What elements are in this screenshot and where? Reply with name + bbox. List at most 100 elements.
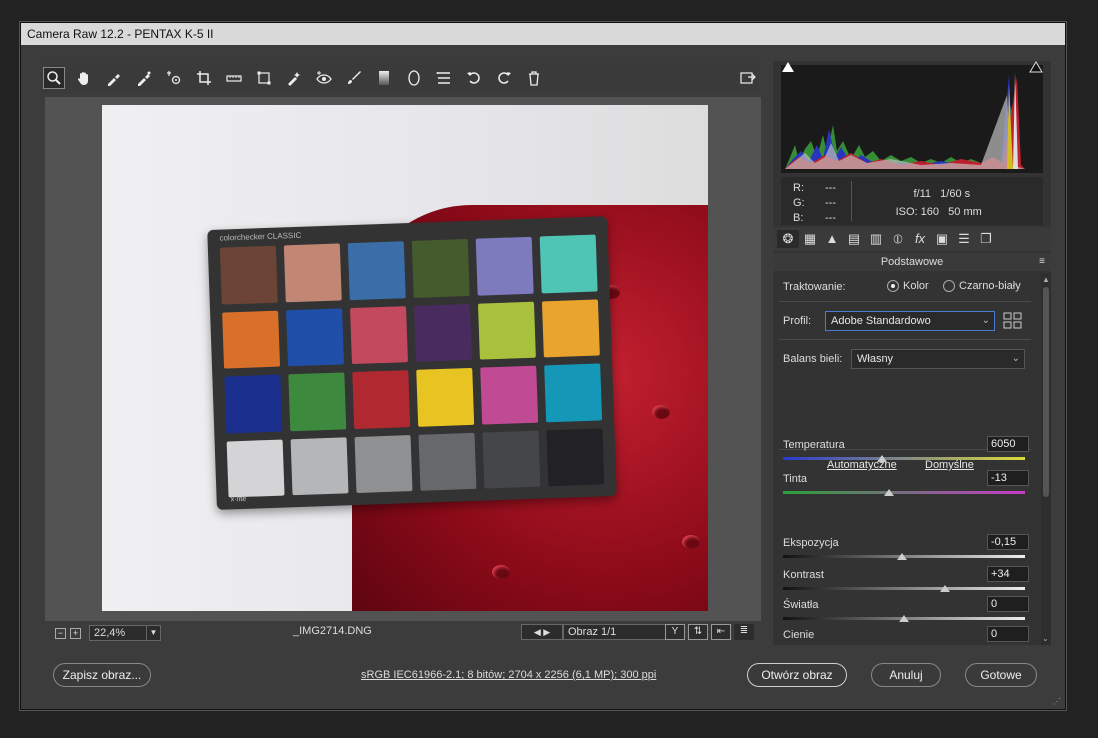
trash-icon[interactable] — [523, 67, 545, 89]
spot-removal-icon[interactable] — [283, 67, 305, 89]
contrast-value-field[interactable]: +34 — [987, 566, 1029, 582]
exposure-value-field[interactable]: -0,15 — [987, 534, 1029, 550]
tab-split-toning-icon[interactable]: ▥ — [865, 230, 887, 248]
checker-patch — [226, 439, 285, 498]
rotate-ccw-icon[interactable] — [463, 67, 485, 89]
highlights-slider-handle[interactable] — [899, 615, 909, 622]
checker-patch — [546, 427, 605, 487]
color-sampler-icon[interactable] — [133, 67, 155, 89]
right-panel: R: G: B: --- --- --- f/11 1/60 s ISO: 16… — [773, 61, 1051, 645]
panel-scrollbar[interactable]: ▲ ⌄ — [1041, 273, 1051, 645]
zoom-value: 22,4% — [94, 627, 126, 639]
image-count: Obraz 1/1 — [563, 624, 673, 640]
rotate-cw-icon[interactable] — [493, 67, 515, 89]
temperature-label: Temperatura — [783, 439, 845, 451]
g-value: --- — [825, 197, 836, 209]
wb-label: Balans bieli: — [783, 353, 843, 365]
graduated-filter-icon[interactable] — [373, 67, 395, 89]
settings-toggle-icon[interactable]: ≣ — [734, 624, 754, 640]
checker-patch — [219, 245, 278, 305]
contrast-slider-handle[interactable] — [940, 585, 951, 592]
white-balance-icon[interactable] — [103, 67, 125, 89]
treatment-color-radio[interactable]: Kolor — [887, 280, 929, 293]
checker-patch — [224, 374, 283, 434]
tab-detail-icon[interactable]: ▲ — [821, 230, 843, 248]
treatment-label: Traktowanie: — [783, 281, 846, 293]
scroll-up-icon[interactable]: ▲ — [1042, 275, 1050, 284]
tab-basic-icon[interactable]: ❂ — [777, 230, 799, 248]
zoom-in-button[interactable]: + — [70, 627, 81, 639]
temperature-value-field[interactable]: 6050 — [987, 436, 1029, 452]
window-title: Camera Raw 12.2 - PENTAX K-5 II — [21, 23, 1065, 45]
crop-icon[interactable] — [193, 67, 215, 89]
cancel-button[interactable]: Anuluj — [871, 663, 941, 687]
highlight-clipping-icon[interactable] — [1029, 61, 1043, 73]
checker-patch — [482, 430, 541, 489]
save-image-button[interactable]: Zapisz obraz... — [53, 663, 151, 687]
checker-patches — [219, 234, 605, 498]
fullscreen-icon[interactable] — [737, 67, 759, 89]
checker-patch — [352, 370, 411, 429]
temperature-track[interactable] — [783, 457, 1025, 460]
chevron-down-icon: ⌄ — [981, 315, 990, 326]
zoom-select[interactable]: 22,4% ▼ — [89, 625, 161, 641]
scroll-down-icon[interactable]: ⌄ — [1042, 634, 1049, 643]
red-eye-icon[interactable] — [313, 67, 335, 89]
straighten-icon[interactable] — [223, 67, 245, 89]
image-preview[interactable]: colorchecker CLASSIC x·rite — [45, 97, 761, 621]
checker-patch — [222, 310, 281, 369]
shadows-label: Cienie — [783, 629, 815, 641]
tab-lens-icon[interactable]: ⦶ — [887, 230, 909, 248]
tab-presets-icon[interactable]: ☰ — [953, 230, 975, 248]
open-image-button[interactable]: Otwórz obraz — [747, 663, 847, 687]
tab-hsl-icon[interactable]: ▤ — [843, 230, 865, 248]
treatment-bw-radio[interactable]: Czarno-biały — [943, 280, 1021, 293]
tab-snapshots-icon[interactable]: ❐ — [975, 230, 997, 248]
checker-patch — [477, 301, 536, 360]
tab-calibration-icon[interactable]: ▣ — [931, 230, 953, 248]
contrast-label: Kontrast — [783, 569, 824, 581]
tint-track[interactable] — [783, 491, 1025, 494]
chevron-down-icon: ⌄ — [1011, 353, 1020, 364]
shadows-value-field[interactable]: 0 — [987, 626, 1029, 642]
workflow-options-link[interactable]: sRGB IEC61966-2.1; 8 bitów; 2704 x 2256 … — [361, 669, 656, 681]
temperature-slider-handle[interactable] — [877, 455, 888, 462]
highlights-label: Światła — [783, 599, 819, 611]
done-button[interactable]: Gotowe — [965, 663, 1037, 687]
highlights-value-field[interactable]: 0 — [987, 596, 1029, 612]
panel-menu-icon[interactable]: ≡ — [1039, 253, 1045, 271]
profile-select[interactable]: Adobe Standardowo ⌄ — [825, 311, 995, 331]
contrast-track[interactable] — [783, 587, 1025, 590]
copy-settings-icon[interactable]: ⇤ — [711, 624, 731, 640]
wb-value: Własny — [857, 353, 894, 365]
tab-effects-icon[interactable]: fx — [909, 230, 931, 248]
swap-settings-icon[interactable]: ⇅ — [688, 624, 708, 640]
profile-value: Adobe Standardowo — [831, 315, 931, 327]
pixel-readout: R: G: B: --- --- --- f/11 1/60 s ISO: 16… — [781, 177, 1043, 225]
zoom-icon[interactable] — [43, 67, 65, 89]
radial-filter-icon[interactable] — [403, 67, 425, 89]
profile-browser-icon[interactable] — [1003, 311, 1023, 331]
preferences-icon[interactable] — [433, 67, 455, 89]
hand-icon[interactable] — [73, 67, 95, 89]
basic-panel: Traktowanie: Kolor Czarno-biały Profil: … — [773, 273, 1039, 645]
resize-grip-icon[interactable]: ⋰ — [1053, 697, 1061, 706]
tab-tone-curve-icon[interactable]: ▦ — [799, 230, 821, 248]
tint-slider-handle[interactable] — [884, 489, 895, 496]
prev-next-buttons[interactable]: ◀ ▶ — [521, 624, 563, 640]
exposure-slider-handle[interactable] — [896, 553, 907, 560]
tint-value-field[interactable]: -13 — [987, 470, 1029, 486]
before-after-icon[interactable]: Y — [665, 624, 685, 640]
transform-icon[interactable] — [253, 67, 275, 89]
zoom-out-button[interactable]: − — [55, 627, 66, 639]
targeted-adjustment-icon[interactable] — [163, 67, 185, 89]
photo: colorchecker CLASSIC x·rite — [102, 105, 708, 611]
scroll-thumb[interactable] — [1043, 287, 1049, 497]
treatment-color-label: Kolor — [903, 280, 929, 292]
profile-label: Profil: — [783, 315, 812, 327]
shadow-clipping-icon[interactable] — [781, 61, 795, 73]
wb-select[interactable]: Własny ⌄ — [851, 349, 1025, 369]
preview-footer: − + 22,4% ▼ _IMG2714.DNG ◀ ▶ Obraz 1/1 Y … — [45, 623, 761, 643]
aperture: f/11 — [913, 188, 931, 200]
adjustment-brush-icon[interactable] — [343, 67, 365, 89]
